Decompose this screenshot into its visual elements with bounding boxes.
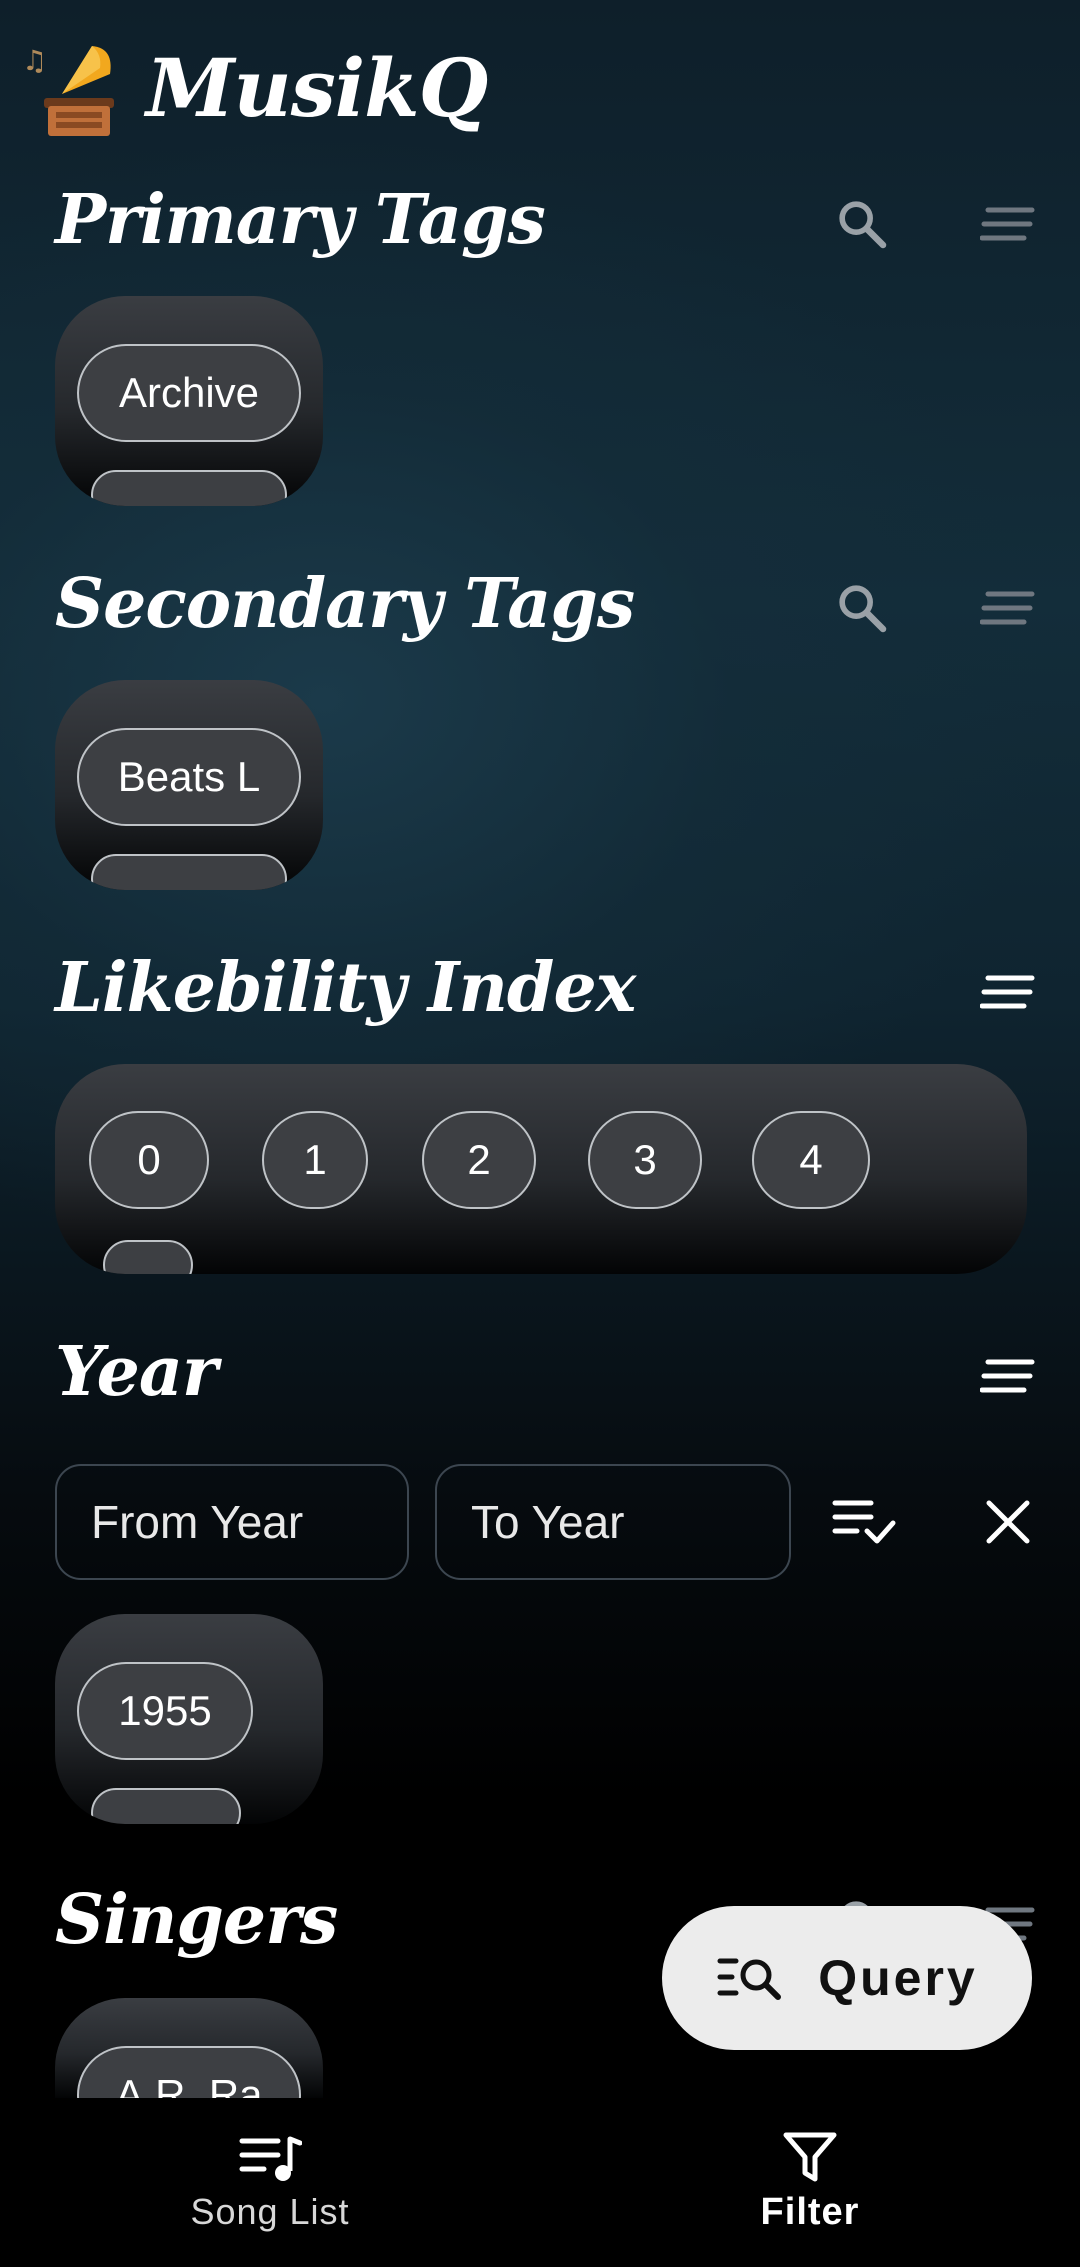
year-chip[interactable]: 1955 [77,1662,253,1760]
secondary-tags-sort-button[interactable] [968,568,1048,648]
apply-year-button[interactable] [824,1482,904,1562]
secondary-tags-title: Secondary Tags [55,564,635,644]
primary-tag-chip[interactable]: Archive [77,344,301,442]
nav-song-list[interactable]: Song List [0,2098,540,2267]
secondary-tag-chip[interactable]: Beats L [77,728,301,826]
search-icon [839,585,887,633]
query-button-label: Query [818,1950,978,2006]
search-list-icon [717,1958,782,2000]
likebility-chip-2[interactable]: 2 [422,1111,536,1209]
sort-icon [980,975,1035,1009]
app-header: ♫ MusikQ [22,28,488,148]
from-year-input[interactable] [55,1464,409,1580]
secondary-tag-chip-next[interactable] [91,854,287,890]
primary-tags-search-button[interactable] [822,184,902,264]
query-button[interactable]: Query [662,1906,1032,2050]
gramophone-icon: ♫ [22,34,126,142]
primary-tag-chip-next[interactable] [91,470,287,506]
likebility-chip-1[interactable]: 1 [262,1111,368,1209]
likebility-card: 0 1 2 3 4 [55,1064,1027,1274]
primary-tags-title: Primary Tags [55,180,546,260]
sort-icon [980,591,1035,625]
singers-card: A.R. Ra [55,1998,323,2098]
filter-icon [783,2132,837,2182]
likebility-chip-0[interactable]: 0 [89,1111,209,1209]
to-year-input[interactable] [435,1464,791,1580]
year-title: Year [55,1332,218,1412]
primary-tags-card: Archive [55,296,323,506]
sort-icon [980,207,1035,241]
secondary-tags-search-button[interactable] [822,568,902,648]
likebility-chip-3[interactable]: 3 [588,1111,702,1209]
nav-filter-label: Filter [760,2191,860,2233]
singers-title: Singers [55,1880,338,1960]
app-title: MusikQ [146,41,488,135]
likebility-chip-4[interactable]: 4 [752,1111,870,1209]
likebility-chip-next[interactable] [103,1240,193,1274]
search-icon [839,201,887,249]
likebility-index-title: Likebility Index [55,948,636,1028]
year-card: 1955 [55,1614,323,1824]
nav-song-list-label: Song List [190,2190,350,2232]
singer-chip[interactable]: A.R. Ra [77,2046,301,2098]
playlist-check-icon [832,1500,896,1544]
close-icon [986,1500,1030,1544]
nav-filter[interactable]: Filter [540,2098,1080,2267]
music-list-icon [239,2136,302,2181]
primary-tags-sort-button[interactable] [968,184,1048,264]
year-sort-button[interactable] [968,1336,1048,1416]
sort-icon [980,1359,1035,1393]
year-chip-next[interactable] [91,1788,241,1824]
clear-year-button[interactable] [968,1482,1048,1562]
bottom-nav: Song List Filter [0,2098,1080,2267]
svg-text:♫: ♫ [22,44,47,77]
likebility-sort-button[interactable] [968,952,1048,1032]
secondary-tags-card: Beats L [55,680,323,890]
